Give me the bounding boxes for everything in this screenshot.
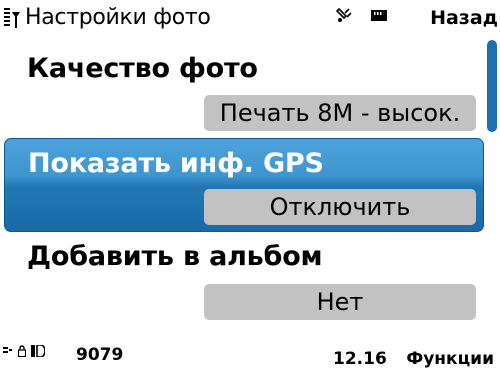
setting-show-gps-info[interactable]: Показать инф. GPS Отключить: [4, 138, 484, 232]
setting-label: Добавить в альбом: [27, 241, 323, 272]
memory-card-icon: [371, 10, 387, 21]
scroll-thumb[interactable]: [487, 40, 497, 132]
setting-value[interactable]: Отключить: [204, 189, 476, 225]
gps-status-icon: [336, 7, 352, 22]
setting-add-to-album[interactable]: Добавить в альбом Нет: [0, 236, 488, 324]
bottom-bar: 9079 12.16 Функции: [0, 340, 500, 375]
setting-label: Показать инф. GPS: [28, 148, 324, 179]
clock: 12.16: [333, 349, 387, 369]
options-softkey[interactable]: Функции: [406, 348, 494, 370]
setting-value[interactable]: Нет: [204, 284, 476, 320]
scrollbar[interactable]: [486, 40, 498, 322]
page-title: Настройки фото: [25, 5, 211, 30]
signal-icon: [4, 8, 20, 28]
battery-icon: [31, 345, 45, 357]
setting-value[interactable]: Печать 8M - высок.: [204, 95, 476, 131]
back-softkey[interactable]: Назад: [430, 6, 498, 30]
lock-icon: [18, 345, 26, 357]
status-bar: Настройки фото Назад: [0, 0, 500, 36]
setting-photo-quality[interactable]: Качество фото Печать 8M - высок.: [0, 48, 488, 136]
setting-label: Качество фото: [27, 53, 258, 84]
remaining-photos-count: 9079: [76, 345, 124, 365]
network-icon: [3, 347, 12, 353]
